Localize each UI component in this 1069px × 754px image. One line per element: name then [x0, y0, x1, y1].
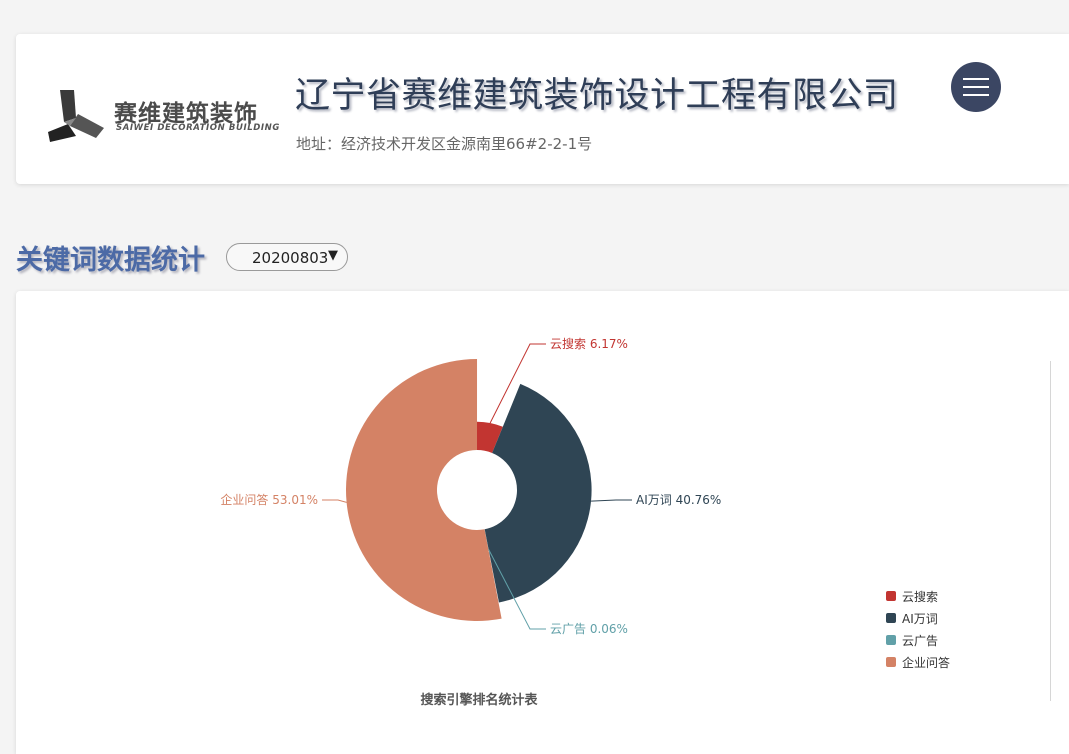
- legend-label: 企业问答: [902, 656, 951, 670]
- date-select-value: 20200803: [252, 249, 329, 267]
- menu-button[interactable]: [951, 62, 1001, 112]
- chart-divider: [1050, 361, 1051, 701]
- company-name: 辽宁省赛维建筑装饰设计工程有限公司: [295, 76, 899, 116]
- legend-swatch: [886, 613, 896, 623]
- leader-line-2: [591, 499, 632, 502]
- logo-mark-icon: [48, 90, 104, 142]
- legend-swatch: [886, 591, 896, 601]
- company-address: 地址：经济技术开发区金源南里66#2-2-1号: [296, 135, 593, 153]
- date-select[interactable]: 20200803 ▼: [226, 243, 348, 271]
- data-label-2: AI万词 40.76%: [636, 493, 721, 507]
- data-label-3: 云广告 0.06%: [550, 622, 628, 636]
- legend-label: 云搜索: [902, 590, 939, 604]
- chart-card: 云搜索 6.17% AI万词 40.76% 云广告 0.06% 企业问答 53.01%…: [16, 291, 1069, 754]
- chart-title: 搜索引擎排名统计表: [420, 693, 538, 708]
- pie-chart: 云搜索 6.17% AI万词 40.76% 云广告 0.06% 企业问答 53.01%: [220, 336, 721, 636]
- header-card: 赛维建筑装饰 SAIWEI DECORATION BUILDING 辽宁省赛维建…: [16, 34, 1069, 184]
- data-label-1: 云搜索 6.17%: [550, 336, 628, 351]
- logo-english-text: SAIWEI DECORATION BUILDING: [116, 123, 280, 133]
- legend-swatch: [886, 657, 896, 667]
- dropdown-arrow-icon: ▼: [328, 248, 338, 263]
- legend-label: AI万词: [902, 612, 938, 626]
- pie-slice-2[interactable]: [484, 383, 592, 603]
- pie-slice-4[interactable]: [345, 359, 502, 621]
- legend-swatch: [886, 635, 896, 645]
- data-label-4: 企业问答 53.01%: [220, 492, 318, 507]
- section-title: 关键词数据统计: [16, 245, 205, 276]
- company-logo: 赛维建筑装饰 SAIWEI DECORATION BUILDING: [46, 86, 279, 146]
- legend-label: 云广告: [902, 634, 939, 648]
- leader-line-4: [322, 499, 347, 503]
